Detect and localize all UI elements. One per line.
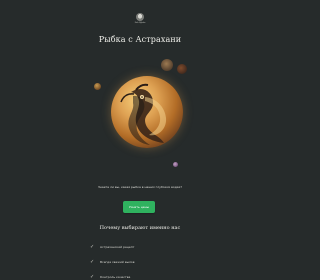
list-item: ✓ Астраханский рецепт [90, 240, 200, 255]
planet-top-right-icon [161, 59, 173, 71]
logo-text: Fish Rybka [134, 22, 146, 24]
fish-illustration-icon [120, 83, 167, 145]
page-title: Рыбка с Астрахани [98, 35, 182, 44]
list-item: ✓ Всегда свежий вылов [90, 255, 200, 270]
planet-right-icon [177, 64, 187, 74]
small-planet-left-icon [94, 83, 101, 90]
prices-button[interactable]: Узнать цены [123, 201, 155, 213]
list-item: ✓ Контроль качества [90, 270, 200, 280]
fish-logo-icon [136, 13, 144, 21]
benefits-title: Почему выбирают именно нас [99, 225, 181, 231]
check-icon: ✓ [90, 259, 95, 265]
check-icon: ✓ [90, 274, 95, 280]
benefits-list: ✓ Астраханский рецепт ✓ Всегда свежий вы… [90, 240, 200, 280]
benefit-label: Контроль качества [100, 275, 131, 279]
check-icon: ✓ [90, 244, 95, 250]
benefit-label: Астраханский рецепт [100, 245, 135, 249]
fish-planet-illustration [111, 76, 183, 148]
small-planet-icon [173, 162, 178, 167]
hero-question: Знаете ли вы, какая рыбка в наших глубок… [97, 185, 183, 189]
logo[interactable]: Fish Rybka [131, 13, 149, 25]
benefit-label: Всегда свежий вылов [100, 260, 135, 264]
landing-page: Fish Rybka Рыбка с Астрахани Знаете ли в… [0, 0, 280, 280]
